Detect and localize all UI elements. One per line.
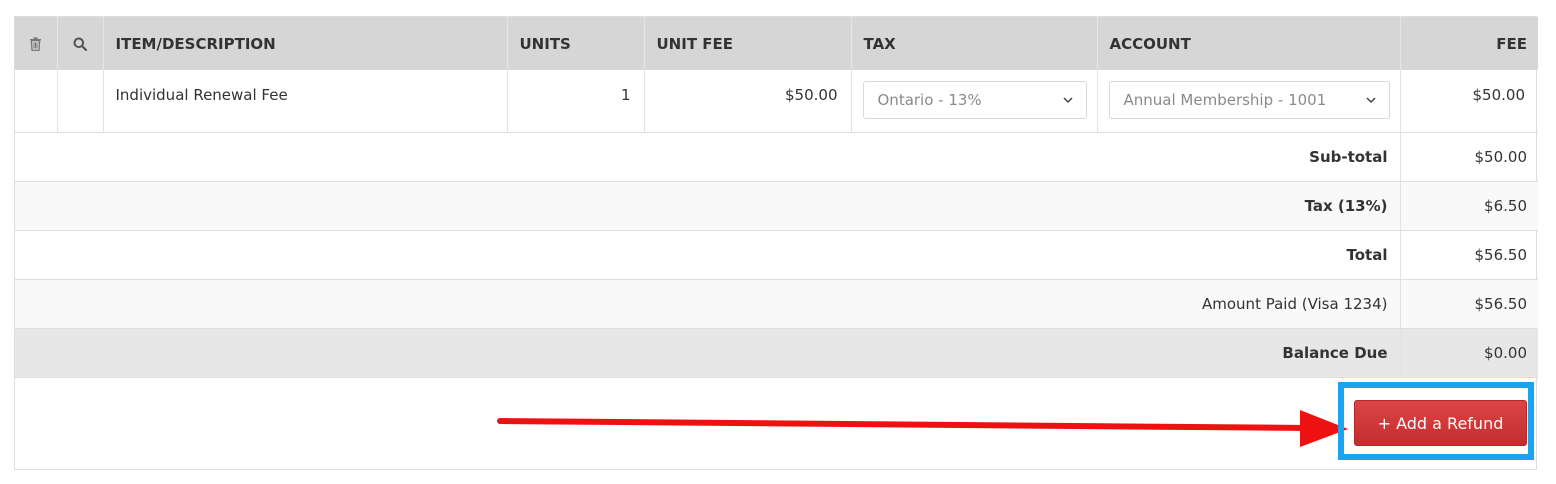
unit-fee-header: UNIT FEE: [644, 17, 852, 70]
tax-cell: Ontario - 13%: [851, 70, 1098, 133]
item-description: Individual Renewal Fee: [103, 70, 508, 133]
tax-value: $6.50: [1400, 181, 1538, 231]
search-column-header[interactable]: [57, 17, 104, 70]
table-row: Individual Renewal Fee 1 $50.00 Ontario …: [15, 70, 1538, 133]
table-header-row: ITEM/DESCRIPTION UNITS UNIT FEE TAX ACCO…: [15, 17, 1538, 70]
account-select-value: Annual Membership - 1001: [1123, 91, 1327, 109]
chevron-down-icon: [1365, 97, 1376, 104]
subtotal-row: Sub-total $50.00: [15, 132, 1538, 182]
amount-paid-value: $56.50: [1400, 279, 1538, 329]
units-value: 1: [507, 70, 645, 133]
delete-cell: [15, 70, 58, 133]
delete-column-header: [15, 17, 58, 70]
tax-header: TAX: [851, 17, 1098, 70]
total-label: Total: [15, 230, 1401, 280]
fee-value: $50.00: [1400, 70, 1538, 133]
account-select[interactable]: Annual Membership - 1001: [1108, 81, 1390, 119]
amount-paid-label: Amount Paid (Visa 1234): [15, 279, 1401, 329]
trash-icon: [30, 36, 42, 51]
balance-due-row: Balance Due $0.00: [15, 328, 1538, 378]
item-description-header: ITEM/DESCRIPTION: [103, 17, 508, 70]
account-cell: Annual Membership - 1001: [1097, 70, 1401, 133]
subtotal-value: $50.00: [1400, 132, 1538, 182]
fee-header: FEE: [1400, 17, 1538, 70]
unit-fee-value: $50.00: [644, 70, 852, 133]
total-row: Total $56.50: [15, 230, 1538, 280]
subtotal-label: Sub-total: [15, 132, 1401, 182]
add-refund-button[interactable]: + Add a Refund: [1354, 400, 1527, 446]
balance-due-label: Balance Due: [15, 328, 1401, 378]
total-value: $56.50: [1400, 230, 1538, 280]
invoice-table: ITEM/DESCRIPTION UNITS UNIT FEE TAX ACCO…: [15, 17, 1538, 378]
search-cell: [57, 70, 104, 133]
chevron-down-icon: [1062, 97, 1073, 104]
red-arrow-annotation: [497, 410, 1348, 447]
balance-due-value: $0.00: [1400, 328, 1538, 378]
actions-row: + Add a Refund: [15, 375, 1536, 470]
amount-paid-row: Amount Paid (Visa 1234) $56.50: [15, 279, 1538, 329]
invoice-panel: ITEM/DESCRIPTION UNITS UNIT FEE TAX ACCO…: [14, 16, 1538, 470]
search-icon[interactable]: [73, 37, 87, 51]
tax-select-value: Ontario - 13%: [877, 91, 982, 109]
tax-label: Tax (13%): [15, 181, 1401, 231]
account-header: ACCOUNT: [1097, 17, 1401, 70]
tax-select[interactable]: Ontario - 13%: [862, 81, 1087, 119]
tax-row: Tax (13%) $6.50: [15, 181, 1538, 231]
units-header: UNITS: [507, 17, 645, 70]
